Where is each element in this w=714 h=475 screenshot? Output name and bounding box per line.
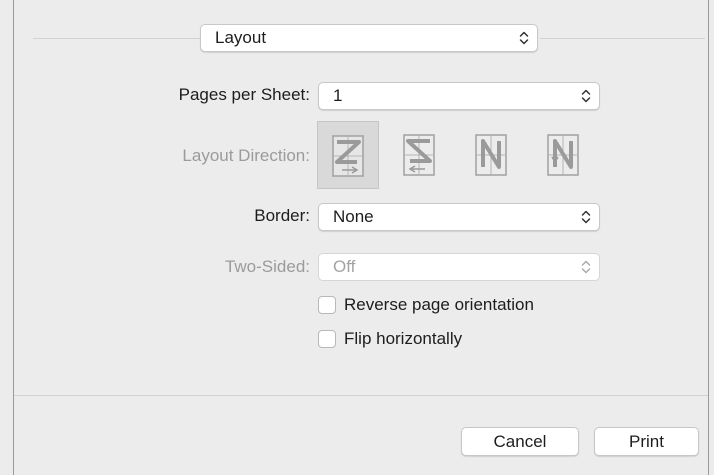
- flip-horizontally-row[interactable]: Flip horizontally: [318, 329, 538, 352]
- updown-arrows-icon: [581, 89, 591, 103]
- layout-direction-option-z[interactable]: [317, 121, 379, 189]
- n-order-icon: [547, 134, 579, 176]
- two-sided-popup[interactable]: Off: [318, 253, 600, 281]
- reverse-page-orientation-label: Reverse page orientation: [344, 295, 534, 314]
- two-sided-label: Two-Sided:: [224, 257, 310, 276]
- reverse-z-order-icon: [403, 134, 435, 176]
- border-value: None: [333, 207, 374, 226]
- border-label: Border:: [254, 206, 310, 225]
- pages-per-sheet-value: 1: [333, 86, 343, 105]
- pages-per-sheet-popup[interactable]: 1: [318, 82, 600, 110]
- pages-per-sheet-label: Pages per Sheet:: [178, 85, 310, 104]
- z-order-icon: [332, 135, 364, 177]
- bottom-separator: [14, 395, 708, 396]
- updown-arrows-icon: [581, 260, 591, 274]
- two-sided-value: Off: [333, 257, 356, 276]
- layout-direction-option-reverse-z[interactable]: [389, 121, 451, 189]
- reverse-page-orientation-row[interactable]: Reverse page orientation: [318, 295, 598, 318]
- top-separator-right: [540, 38, 705, 39]
- reverse-n-order-icon: [475, 134, 507, 176]
- reverse-page-orientation-checkbox[interactable]: [318, 296, 336, 314]
- flip-horizontally-checkbox[interactable]: [318, 330, 336, 348]
- updown-arrows-icon: [519, 31, 529, 45]
- print-dialog-panel: [13, 0, 709, 475]
- section-popup-value: Layout: [215, 28, 267, 47]
- layout-direction-option-reverse-n[interactable]: [461, 121, 523, 189]
- cancel-button[interactable]: Cancel: [461, 427, 579, 456]
- section-popup[interactable]: Layout: [200, 24, 538, 52]
- flip-horizontally-label: Flip horizontally: [344, 329, 463, 348]
- top-separator-left: [33, 38, 200, 39]
- layout-direction-option-n[interactable]: [533, 121, 595, 189]
- layout-direction-label: Layout Direction:: [182, 146, 310, 165]
- border-popup[interactable]: None: [318, 203, 600, 231]
- print-button[interactable]: Print: [594, 427, 699, 456]
- updown-arrows-icon: [581, 210, 591, 224]
